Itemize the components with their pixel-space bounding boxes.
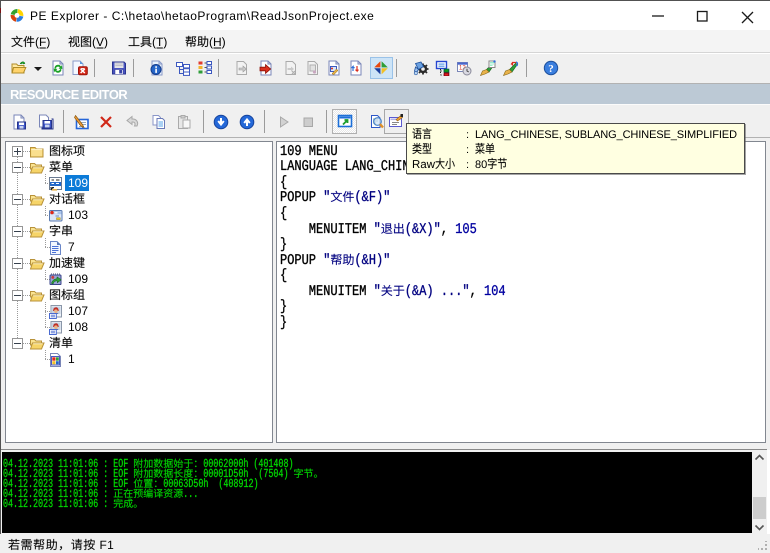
- svg-text:?: ?: [548, 63, 554, 75]
